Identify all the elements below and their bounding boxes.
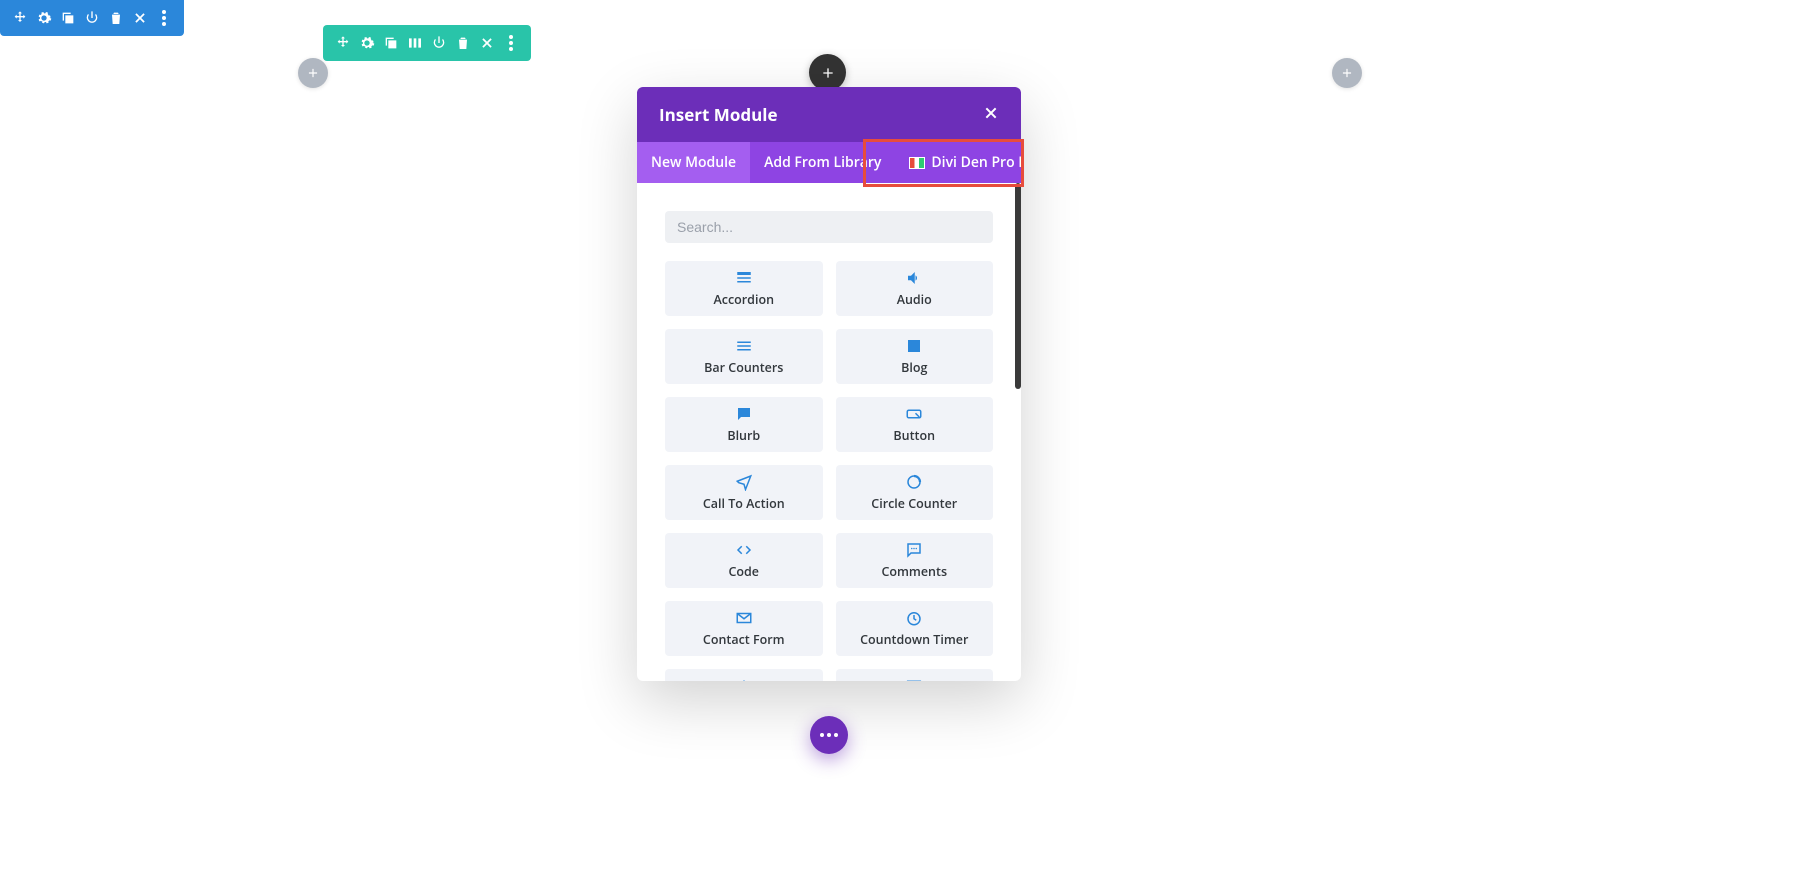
close-icon[interactable] bbox=[983, 104, 999, 126]
module-label: Contact Form bbox=[703, 631, 785, 648]
power-icon[interactable] bbox=[80, 6, 104, 30]
more-icon[interactable] bbox=[152, 6, 176, 30]
module-label: Blog bbox=[901, 359, 927, 376]
module-label: Accordion bbox=[713, 291, 774, 308]
tab-add-from-library[interactable]: Add From Library bbox=[750, 142, 895, 183]
section-toolbar bbox=[0, 0, 184, 36]
tab-label: New Module bbox=[651, 153, 736, 172]
module-item-accordion[interactable]: Accordion bbox=[665, 261, 823, 316]
row-toolbar bbox=[323, 25, 531, 61]
module-item-contact-form[interactable]: Contact Form bbox=[665, 601, 823, 656]
columns-icon[interactable] bbox=[403, 31, 427, 55]
tab-label: Add From Library bbox=[764, 153, 881, 172]
module-item-call-to-action[interactable]: Call To Action bbox=[665, 465, 823, 520]
module-label: Code bbox=[728, 563, 759, 580]
module-label: Audio bbox=[897, 291, 932, 308]
duplicate-icon[interactable] bbox=[379, 31, 403, 55]
module-item-blurb[interactable]: Blurb bbox=[665, 397, 823, 452]
module-item-button[interactable]: Button bbox=[836, 397, 994, 452]
add-module-right[interactable] bbox=[1332, 58, 1362, 88]
scrollbar-thumb[interactable] bbox=[1015, 183, 1021, 389]
module-item-countdown-timer[interactable]: Countdown Timer bbox=[836, 601, 994, 656]
gear-icon[interactable] bbox=[32, 6, 56, 30]
module-label: Button bbox=[893, 427, 935, 444]
tab-new-module[interactable]: New Module bbox=[637, 142, 750, 183]
module-item-comments[interactable]: Comments bbox=[836, 533, 994, 588]
add-module-center[interactable] bbox=[809, 54, 846, 91]
add-module-left[interactable] bbox=[298, 58, 328, 88]
tab-divi-den-pro[interactable]: Divi Den Pro DM bbox=[895, 142, 1021, 183]
modal-tabs: New Module Add From Library Divi Den Pro… bbox=[637, 142, 1021, 183]
insert-module-modal: Insert Module New Module Add From Librar… bbox=[637, 87, 1021, 681]
module-item-partial-13[interactable] bbox=[836, 669, 994, 681]
module-label: Bar Counters bbox=[704, 359, 783, 376]
module-item-audio[interactable]: Audio bbox=[836, 261, 994, 316]
module-label: Blurb bbox=[727, 427, 760, 444]
page-settings-fab[interactable] bbox=[810, 716, 848, 754]
close-icon[interactable] bbox=[475, 31, 499, 55]
module-grid: Accordion Audio Bar Counters Blog Blurb Butto… bbox=[665, 261, 993, 681]
tab-label: Divi Den Pro DM bbox=[931, 153, 1021, 172]
modal-header: Insert Module bbox=[637, 87, 1021, 142]
divi-den-icon bbox=[909, 157, 925, 169]
more-icon[interactable] bbox=[499, 31, 523, 55]
modal-body: Accordion Audio Bar Counters Blog Blurb Butto… bbox=[637, 183, 1021, 681]
module-item-circle-counter[interactable]: Circle Counter bbox=[836, 465, 994, 520]
modal-title: Insert Module bbox=[659, 103, 778, 126]
module-label: Countdown Timer bbox=[860, 631, 968, 648]
module-item-bar-counters[interactable]: Bar Counters bbox=[665, 329, 823, 384]
module-item-code[interactable]: Code bbox=[665, 533, 823, 588]
trash-icon[interactable] bbox=[451, 31, 475, 55]
module-label: Circle Counter bbox=[871, 495, 957, 512]
duplicate-icon[interactable] bbox=[56, 6, 80, 30]
trash-icon[interactable] bbox=[104, 6, 128, 30]
module-item-blog[interactable]: Blog bbox=[836, 329, 994, 384]
close-icon[interactable] bbox=[128, 6, 152, 30]
move-icon[interactable] bbox=[8, 6, 32, 30]
modal-scroll-area[interactable]: Accordion Audio Bar Counters Blog Blurb Butto… bbox=[637, 183, 1021, 681]
module-label: Call To Action bbox=[703, 495, 785, 512]
gear-icon[interactable] bbox=[355, 31, 379, 55]
move-icon[interactable] bbox=[331, 31, 355, 55]
module-item-partial-12[interactable] bbox=[665, 669, 823, 681]
search-input[interactable] bbox=[665, 211, 993, 243]
power-icon[interactable] bbox=[427, 31, 451, 55]
module-label: Comments bbox=[881, 563, 947, 580]
